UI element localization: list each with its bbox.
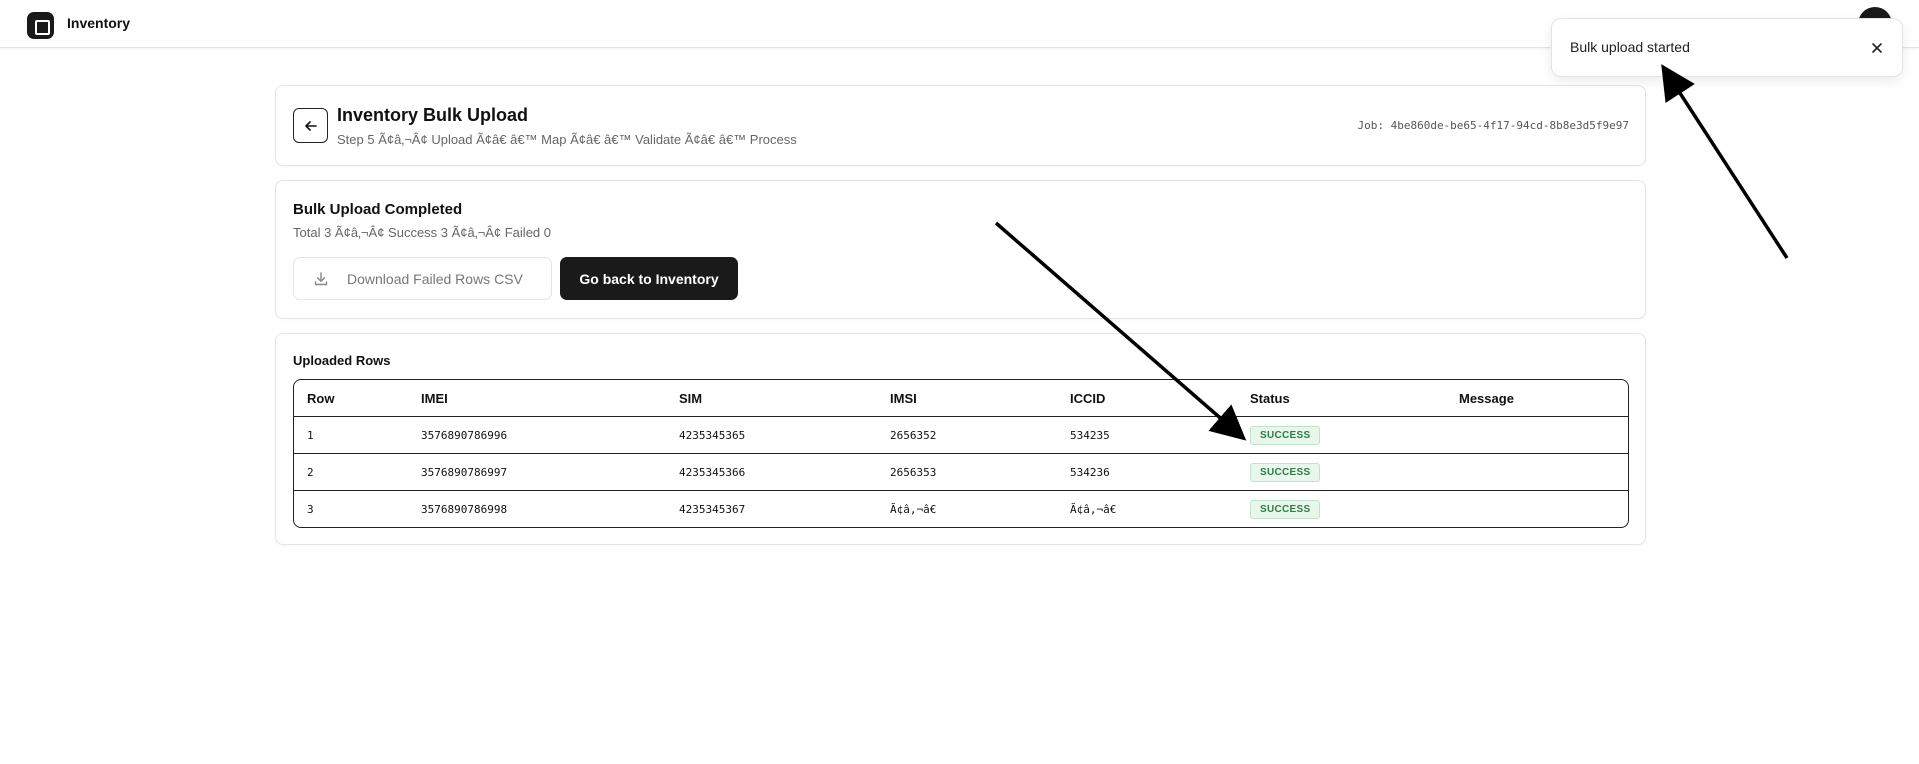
cell-row: 2 (307, 465, 314, 479)
cell-iccid: Ã¢â‚¬â€ (1070, 502, 1117, 516)
table-row: 1 3576890786996 4235345365 2656352 53423… (294, 416, 1628, 453)
column-header-imsi: IMSI (890, 390, 917, 406)
summary-title: Bulk Upload Completed (293, 201, 463, 218)
table-header-row: Row IMEI SIM IMSI ICCID Status Message (294, 380, 1628, 416)
upload-summary-card: Bulk Upload Completed Total 3 Ã¢â‚¬Â¢ Su… (275, 180, 1646, 319)
cell-imsi: 2656352 (890, 428, 937, 442)
table-row: 2 3576890786997 4235345366 2656353 53423… (294, 453, 1628, 490)
cell-imsi: Ã¢â‚¬â€ (890, 502, 937, 516)
uploaded-rows-table: Row IMEI SIM IMSI ICCID Status Message 1… (293, 379, 1629, 528)
status-badge: SUCCESS (1250, 462, 1321, 482)
column-header-iccid: ICCID (1070, 390, 1106, 406)
column-header-row: Row (307, 390, 335, 406)
cell-sim: 4235345366 (679, 465, 746, 479)
back-button[interactable] (293, 108, 328, 143)
download-failed-rows-button[interactable]: Download Failed Rows CSV (293, 257, 552, 300)
upload-header-card: Inventory Bulk Upload Step 5 Ã¢â‚¬Â¢ Upl… (275, 85, 1646, 166)
table-row: 3 3576890786998 4235345367 Ã¢â‚¬â€ Ã¢â‚… (294, 490, 1628, 527)
app-title[interactable]: Inventory (67, 15, 130, 31)
cell-imei: 3576890786996 (421, 428, 508, 442)
cell-sim: 4235345365 (679, 428, 746, 442)
download-failed-rows-label: Download Failed Rows CSV (347, 270, 523, 287)
square-logo-icon[interactable] (27, 12, 54, 39)
download-icon (314, 271, 328, 285)
cell-imsi: 2656353 (890, 465, 937, 479)
cell-imei: 3576890786997 (421, 465, 508, 479)
uploaded-rows-title: Uploaded Rows (293, 353, 391, 368)
column-header-message: Message (1459, 390, 1514, 406)
uploaded-rows-card: Uploaded Rows Row IMEI SIM IMSI ICCID St… (275, 333, 1646, 545)
summary-counts: Total 3 Ã¢â‚¬Â¢ Success 3 Ã¢â‚¬Â¢ Failed… (293, 225, 551, 240)
go-back-to-inventory-button[interactable]: Go back to Inventory (560, 257, 738, 300)
status-badge: SUCCESS (1250, 425, 1321, 445)
column-header-sim: SIM (679, 390, 703, 406)
toast-close-button[interactable] (1866, 37, 1888, 59)
arrow-left-icon (304, 120, 317, 131)
toast-message: Bulk upload started (1570, 39, 1690, 55)
cell-row: 1 (307, 428, 314, 442)
toast-notification: Bulk upload started (1551, 18, 1903, 77)
cell-status: SUCCESS (1250, 417, 1321, 453)
cell-status: SUCCESS (1250, 491, 1321, 527)
cell-iccid: 534236 (1070, 465, 1110, 479)
close-icon (1872, 43, 1882, 53)
cell-imei: 3576890786998 (421, 502, 508, 516)
step-breadcrumb: Step 5 Ã¢â‚¬Â¢ Upload Ã¢â€ â€™ Map Ã¢â€ … (337, 132, 797, 147)
page-title: Inventory Bulk Upload (337, 105, 529, 125)
cell-sim: 4235345367 (679, 502, 746, 516)
cell-status: SUCCESS (1250, 454, 1321, 490)
job-id-label: Job: 4be860de-be65-4f17-94cd-8b8e3d5f9e9… (1357, 119, 1629, 132)
cell-iccid: 534235 (1070, 428, 1110, 442)
annotation-arrow-to-toast (1661, 64, 1789, 259)
status-badge: SUCCESS (1250, 499, 1321, 519)
cell-row: 3 (307, 502, 314, 516)
column-header-imei: IMEI (421, 390, 448, 406)
column-header-status: Status (1250, 390, 1290, 406)
